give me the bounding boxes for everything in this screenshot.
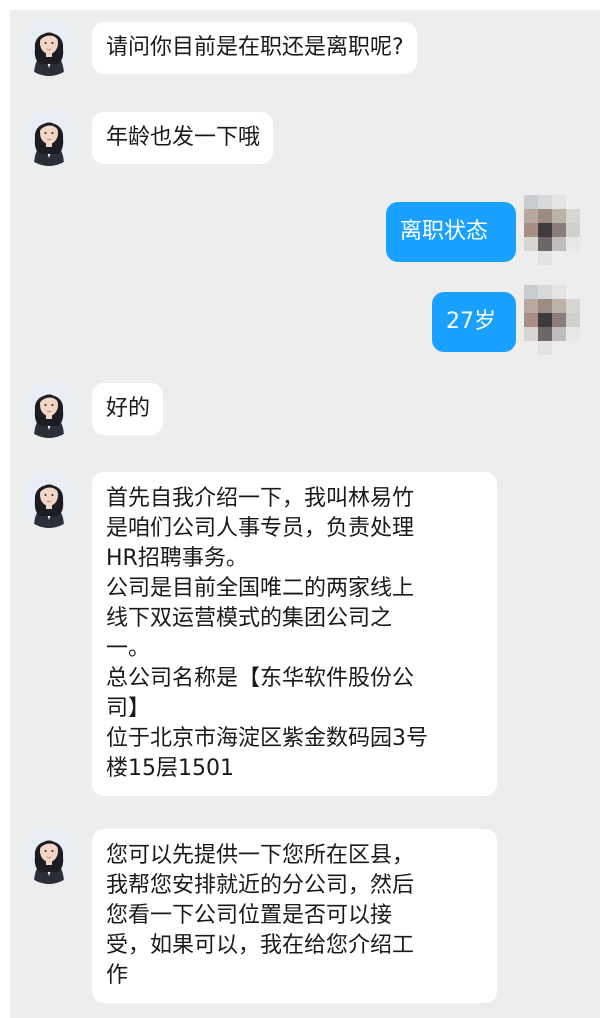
message-text-line: 您可以先提供一下您所在区县，: [106, 843, 415, 868]
woman-portrait-icon: [20, 18, 78, 76]
message-text-line: 楼15层1501: [106, 756, 234, 781]
message-text-line: 司】: [106, 696, 151, 721]
message-bubble[interactable]: 首先自我介绍一下，我叫林易竹 是咱们公司人事专员，负责处理 HR招聘事务。 公司…: [92, 472, 497, 796]
message-text-line: 我帮您安排就近的分公司，然后: [106, 873, 415, 898]
message-bubble[interactable]: 年龄也发一下哦: [92, 112, 274, 164]
message-text-line: 线下双运营模式的集团公司之: [106, 606, 393, 631]
message-text: 27岁: [446, 309, 496, 334]
contact-avatar[interactable]: [20, 108, 78, 166]
message-text-line: 位于北京市海淀区紫金数码园3号: [106, 726, 428, 751]
message-bubble-outgoing[interactable]: 27岁: [432, 292, 516, 352]
self-avatar[interactable]: [524, 285, 582, 357]
contact-avatar[interactable]: [20, 18, 78, 76]
woman-portrait-icon: [20, 826, 78, 884]
message-text-line: 总公司名称是【东华软件股份公: [106, 666, 415, 691]
message-text-line: 首先自我介绍一下，我叫林易竹: [106, 486, 415, 511]
message-text: 年龄也发一下哦: [106, 125, 261, 150]
message-text-line: 公司是目前全国唯二的两家线上: [106, 576, 415, 601]
message-text: 好的: [106, 396, 151, 421]
message-text: 离职状态: [400, 219, 489, 244]
message-bubble-outgoing[interactable]: 离职状态: [386, 202, 516, 262]
message-bubble[interactable]: 请问你目前是在职还是离职呢?: [92, 22, 417, 74]
message-text-line: HR招聘事务。: [106, 546, 248, 571]
woman-portrait-icon: [20, 380, 78, 438]
message-text-line: 受，如果可以，我在给您介绍工: [106, 933, 415, 958]
message-text-line: 一。: [106, 636, 151, 661]
contact-avatar[interactable]: [20, 826, 78, 884]
message-text-line: 作: [106, 963, 129, 988]
contact-avatar[interactable]: [20, 380, 78, 438]
woman-portrait-icon: [20, 108, 78, 166]
self-avatar[interactable]: [524, 195, 582, 267]
message-text-line: 是咱们公司人事专员，负责处理: [106, 516, 415, 541]
contact-avatar[interactable]: [20, 470, 78, 528]
message-text-line: 您看一下公司位置是否可以接: [106, 903, 393, 928]
message-bubble[interactable]: 好的: [92, 383, 164, 435]
woman-portrait-icon: [20, 470, 78, 528]
message-text: 请问你目前是在职还是离职呢?: [106, 35, 404, 60]
message-bubble[interactable]: 您可以先提供一下您所在区县， 我帮您安排就近的分公司，然后 您看一下公司位置是否…: [92, 829, 497, 1003]
chat-screen: 请问你目前是在职还是离职呢? 年龄也发一下哦 离职状态 27岁 好的 首先自我介…: [0, 0, 600, 1018]
